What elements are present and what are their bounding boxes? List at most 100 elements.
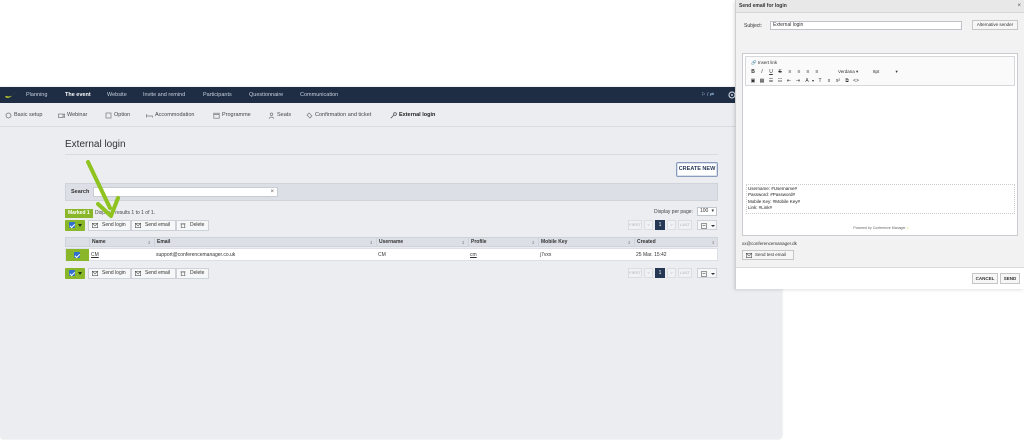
pager-prev-bottom[interactable]: <: [644, 268, 653, 278]
font-select[interactable]: Verdana ▾: [838, 69, 858, 75]
chevron-down-icon: [78, 272, 82, 275]
calendar-icon: [213, 112, 220, 119]
nav-invite-and-remind[interactable]: Invite and remind: [143, 87, 185, 103]
nav-questionnaire[interactable]: Questionnaire: [249, 87, 283, 103]
send-button[interactable]: SEND: [1000, 273, 1020, 284]
subscript-icon[interactable]: x: [826, 78, 832, 84]
insert-link-button[interactable]: 🔗 Insert link: [751, 59, 777, 67]
cell-name[interactable]: CM: [89, 249, 99, 261]
send-test-email-button[interactable]: Send test email: [742, 250, 794, 260]
subnav-accommodation[interactable]: Accommodation: [146, 103, 194, 127]
bold-icon[interactable]: B: [750, 69, 756, 75]
dialog-footer: CANCEL SEND: [736, 267, 1024, 289]
cell-username: CM: [378, 252, 386, 258]
delete-button-top[interactable]: Delete: [176, 220, 209, 231]
cancel-button[interactable]: CANCEL: [972, 273, 998, 284]
clear-search-icon[interactable]: ×: [270, 188, 274, 197]
strikethrough-icon[interactable]: S: [777, 69, 783, 75]
select-all-toggle-bottom[interactable]: [65, 268, 85, 279]
per-page-label: Display per page:: [654, 209, 693, 215]
dialog-titlebar: Send email for login ×: [736, 0, 1024, 13]
create-new-button[interactable]: CREATE NEW: [676, 162, 718, 177]
nav-participants[interactable]: Participants: [203, 87, 232, 103]
size-select[interactable]: 8pt ▾: [873, 69, 898, 75]
send-login-button-bottom[interactable]: Send login: [88, 268, 131, 279]
pager-last-top[interactable]: LAST: [678, 220, 692, 230]
logo-icon[interactable]: [4, 90, 16, 100]
export-button-top[interactable]: [697, 220, 717, 230]
column-header-created[interactable]: Created ⇕: [634, 238, 718, 247]
underline-icon[interactable]: U: [768, 69, 774, 75]
send-email-button-bottom[interactable]: Send email: [131, 268, 176, 279]
pager-next-top[interactable]: >: [667, 220, 676, 230]
close-icon[interactable]: ×: [1017, 0, 1021, 12]
table-row[interactable]: CM support@conferencemanager.co.uk CM cm…: [65, 248, 718, 261]
column-header-mobile-key[interactable]: Mobile Key ⇕: [538, 238, 634, 247]
bullet-list-icon[interactable]: ☰: [768, 78, 774, 84]
subnav-programme[interactable]: Programme: [213, 103, 251, 127]
nav-communication[interactable]: Communication: [300, 87, 338, 103]
ticket-icon: [306, 112, 313, 118]
cell-profile[interactable]: cm: [468, 249, 477, 261]
export-button-bottom[interactable]: [697, 268, 717, 278]
column-header-profile[interactable]: Profile ⇕: [468, 238, 538, 247]
pager-current-bottom[interactable]: 1: [655, 268, 665, 278]
subnav-basic-setup[interactable]: Basic setup: [5, 103, 42, 127]
superscript-icon[interactable]: x²: [835, 78, 841, 84]
row-select[interactable]: [66, 249, 89, 261]
outdent-icon[interactable]: ⇤: [786, 78, 792, 84]
content-link-line: Link: #Link#: [748, 205, 773, 211]
subject-input[interactable]: External login: [770, 21, 962, 30]
trash-icon: [180, 271, 186, 276]
envelope-icon: [92, 271, 98, 276]
logo-icon: ◗: [906, 226, 909, 230]
top-navigation: Planning The event Website Invite and re…: [0, 87, 782, 103]
pager-current-top[interactable]: 1: [655, 220, 665, 230]
image-icon[interactable]: ▣: [750, 78, 756, 84]
send-email-button-top[interactable]: Send email: [131, 220, 176, 231]
content-password-line: Password: #Password#: [748, 192, 796, 198]
row-checkbox[interactable]: [74, 252, 80, 258]
subnav-external-login[interactable]: External login: [390, 103, 435, 127]
per-page-select[interactable]: 100 ▾: [697, 207, 717, 216]
chevron-down-icon: ▾: [711, 208, 714, 214]
pager-prev-top[interactable]: <: [644, 220, 653, 230]
pager-first-bottom[interactable]: FIRST: [628, 268, 642, 278]
select-all-checkbox[interactable]: [69, 270, 75, 276]
email-content[interactable]: Username: #Username# Password: #Password…: [748, 186, 800, 212]
align-justify-icon[interactable]: ≡: [814, 69, 820, 75]
align-center-icon[interactable]: ≡: [796, 69, 802, 75]
copy-icon[interactable]: ⧉: [844, 78, 850, 84]
email-editor[interactable]: 🔗 Insert link B I U S ≡ ≡ ≡ ≡ Verdana ▾ …: [742, 53, 1018, 236]
select-all-checkbox[interactable]: [69, 222, 75, 228]
column-header-username[interactable]: Username ⇕: [376, 238, 468, 247]
language-switch[interactable]: ⚐ / ⇄: [701, 87, 714, 103]
clear-format-icon[interactable]: T: [817, 78, 823, 84]
nav-the-event[interactable]: The event: [65, 87, 91, 103]
table-icon[interactable]: ▦: [759, 78, 765, 84]
numbered-list-icon[interactable]: ☷: [777, 78, 783, 84]
alternative-sender-button[interactable]: Alternative sender: [972, 20, 1018, 30]
cell-mobile-key: j7vxx: [540, 252, 552, 258]
source-code-icon[interactable]: <>: [853, 78, 859, 84]
nav-website[interactable]: Website: [107, 87, 127, 103]
pager-last-bottom[interactable]: LAST: [678, 268, 692, 278]
nav-planning[interactable]: Planning: [26, 87, 47, 103]
subnav-seats[interactable]: Seats: [268, 103, 291, 127]
subnav-confirmation-and-ticket[interactable]: Confirmation and ticket: [306, 103, 371, 127]
column-header-email[interactable]: Email ⇕: [154, 238, 376, 247]
chevron-down-icon[interactable]: ▾: [810, 78, 816, 84]
pager-first-top[interactable]: FIRST: [628, 220, 642, 230]
app-window: Planning The event Website Invite and re…: [0, 87, 782, 439]
indent-icon[interactable]: ⇥: [795, 78, 801, 84]
align-left-icon[interactable]: ≡: [787, 69, 793, 75]
subnav-webinar[interactable]: Webinar: [58, 103, 87, 127]
pager-next-bottom[interactable]: >: [667, 268, 676, 278]
delete-button-bottom[interactable]: Delete: [176, 268, 209, 279]
italic-icon[interactable]: I: [759, 69, 765, 75]
column-header-name[interactable]: Name ⇕: [89, 238, 154, 247]
export-icon: [701, 270, 707, 277]
align-right-icon[interactable]: ≡: [805, 69, 811, 75]
trash-icon: [180, 223, 186, 228]
subnav-option[interactable]: Option: [105, 103, 130, 127]
